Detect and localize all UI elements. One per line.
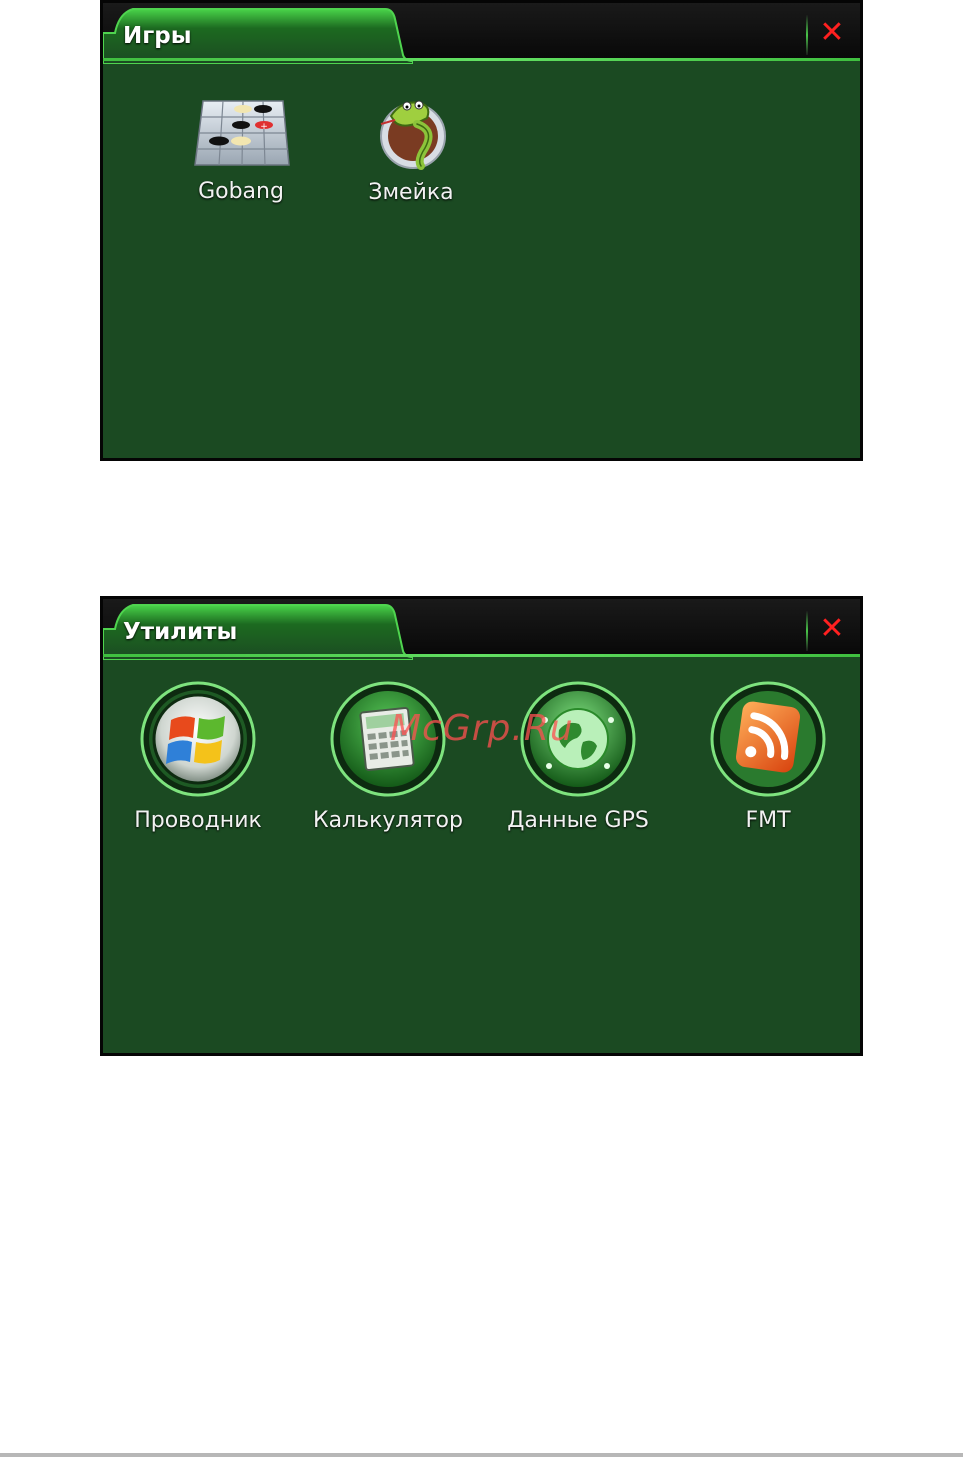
- app-calculator-label: Калькулятор: [313, 808, 463, 833]
- app-explorer-label: Проводник: [134, 808, 262, 833]
- page-bottom-rule: [0, 1453, 963, 1457]
- titlebar-separator: [806, 15, 808, 55]
- utilities-titlebar: Утилиты ✕: [103, 599, 860, 660]
- snake-icon: [380, 100, 446, 170]
- utilities-close-button[interactable]: ✕: [816, 611, 848, 647]
- app-fmt-label: FMT: [745, 808, 791, 833]
- utilities-tab[interactable]: Утилиты: [103, 599, 413, 660]
- app-calculator[interactable]: Калькулятор: [308, 680, 468, 833]
- app-gps-data[interactable]: Данные GPS: [498, 680, 658, 833]
- games-content: + Gobang Змейка: [103, 64, 860, 458]
- app-gobang-label: Gobang: [198, 179, 284, 204]
- games-window: Игры ✕ + Gobang Змейка: [100, 0, 863, 461]
- games-close-button[interactable]: ✕: [816, 15, 848, 51]
- games-tab-title: Игры: [123, 23, 192, 49]
- windows-explorer-icon: [140, 681, 256, 797]
- app-snake-label: Змейка: [368, 180, 454, 205]
- games-tab[interactable]: Игры: [103, 3, 413, 64]
- watermark-text: McGrp.Ru: [390, 708, 574, 749]
- rss-feed-icon: [710, 681, 826, 797]
- gobang-board-icon: +: [194, 100, 290, 166]
- utilities-tab-title: Утилиты: [123, 619, 238, 645]
- app-explorer[interactable]: Проводник: [118, 680, 278, 833]
- app-gps-data-label: Данные GPS: [507, 808, 649, 833]
- titlebar-separator: [806, 611, 808, 651]
- app-fmt[interactable]: FMT: [688, 680, 848, 833]
- app-snake[interactable]: Змейка: [331, 90, 491, 205]
- svg-text:+: +: [260, 122, 268, 132]
- games-titlebar: Игры ✕: [103, 3, 860, 64]
- utilities-window: Утилиты ✕ Проводник Калькулятор Данные G…: [100, 596, 863, 1056]
- app-gobang[interactable]: + Gobang: [161, 97, 321, 204]
